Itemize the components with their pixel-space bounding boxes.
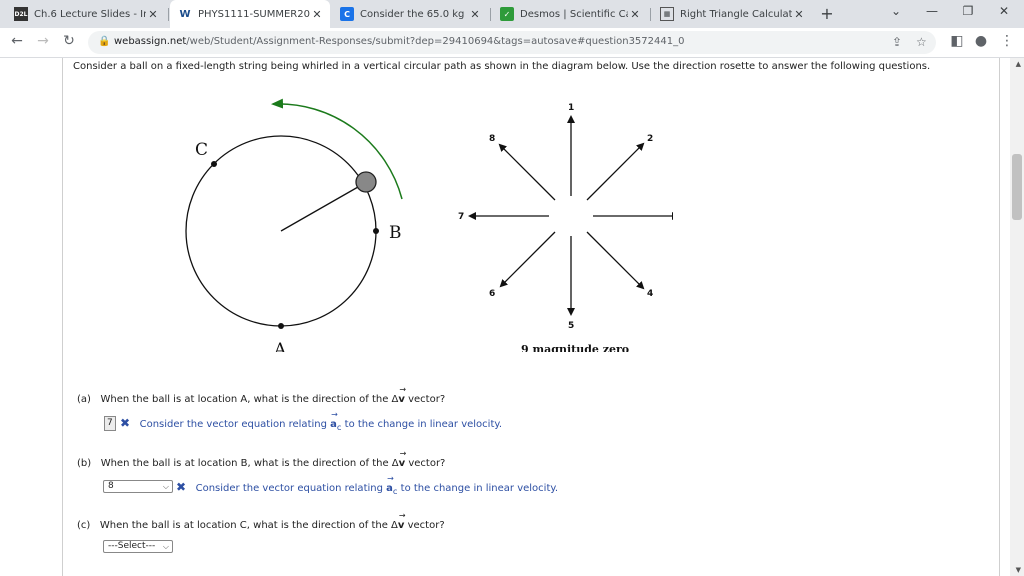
reload-button[interactable]: ↻: [60, 33, 78, 49]
rosette-label-4: 4: [647, 289, 653, 299]
tab-title: Right Triangle Calculator: [680, 8, 792, 20]
tab-right-triangle[interactable]: ▦ Right Triangle Calculator ✕: [652, 0, 812, 28]
minimize-button[interactable]: —: [922, 4, 942, 18]
webassign-icon: W: [179, 8, 191, 20]
incorrect-x-icon: ✖: [176, 480, 187, 494]
menu-kebab-icon[interactable]: ⋮: [998, 33, 1016, 49]
incorrect-x-icon: ✖: [120, 416, 131, 430]
label-c: C: [195, 140, 208, 160]
star-icon[interactable]: ☆: [916, 35, 927, 49]
question-content: Consider a ball on a fixed-length string…: [62, 58, 1000, 576]
forward-button[interactable]: →: [34, 33, 52, 49]
calculator-icon: ▦: [660, 7, 674, 21]
magnitude-zero-label: 9 magnitude zero: [521, 343, 629, 352]
slides-icon: D2L: [14, 7, 28, 21]
rosette-label-7: 7: [458, 212, 464, 222]
direction-rosette: [468, 115, 673, 316]
rosette-arrow-8: [498, 143, 556, 201]
new-tab-button[interactable]: +: [818, 5, 836, 23]
close-window-button[interactable]: ✕: [994, 4, 1014, 18]
close-icon[interactable]: ✕: [792, 8, 806, 21]
label-b: B: [389, 223, 402, 243]
close-icon[interactable]: ✕: [310, 8, 324, 21]
desmos-icon: ✓: [500, 7, 514, 21]
close-icon[interactable]: ✕: [146, 8, 160, 21]
question-b: (b) When the ball is at location B, what…: [77, 449, 446, 469]
point-a: [278, 323, 284, 329]
share-icon[interactable]: ⇪: [892, 35, 902, 49]
restore-button[interactable]: ❐: [958, 4, 978, 18]
point-b: [373, 228, 379, 234]
tab-chegg[interactable]: C Consider the 65.0 kg ice s ✕: [332, 0, 488, 28]
back-button[interactable]: ←: [8, 33, 26, 49]
answer-c-select[interactable]: ---Select--- ⌵: [103, 540, 173, 553]
tab-title: Desmos | Scientific Calcul: [520, 8, 628, 20]
url-text[interactable]: webassign.net/web/Student/Assignment-Res…: [114, 36, 684, 47]
tab-title: PHYS1111-SUMMER2022: [198, 8, 310, 20]
question-a: (a) When the ball is at location A, what…: [77, 385, 446, 405]
tab-strip: D2L Ch.6 Lecture Slides - Intro ✕ W PHYS…: [0, 0, 1024, 28]
chegg-icon: C: [340, 7, 354, 21]
chevron-down-icon: ⌵: [162, 482, 169, 491]
question-intro: Consider a ball on a fixed-length string…: [73, 61, 931, 72]
ball: [355, 171, 377, 193]
lock-icon[interactable]: 🔒: [98, 36, 110, 47]
rosette-label-2: 2: [647, 134, 653, 144]
scroll-up-icon[interactable]: ▲: [1016, 60, 1021, 68]
side-panel-icon[interactable]: ◧: [948, 33, 966, 49]
rosette-arrow-4: [586, 231, 645, 290]
tab-lecture-slides[interactable]: D2L Ch.6 Lecture Slides - Intro ✕: [6, 0, 166, 28]
label-a: A: [273, 340, 287, 352]
page-scrollbar[interactable]: ▲ ▼: [1010, 58, 1024, 576]
string-line: [280, 182, 366, 232]
point-c: [211, 161, 217, 167]
rosette-label-6: 6: [489, 289, 495, 299]
answer-a-value[interactable]: 7: [104, 416, 116, 431]
answer-b-select[interactable]: 8 ⌵: [103, 480, 173, 493]
question-c: (c) When the ball is at location C, what…: [77, 511, 445, 531]
tab-title: Consider the 65.0 kg ice s: [360, 8, 468, 20]
rosette-label-1: 1: [568, 103, 574, 113]
chevron-down-icon: ⌵: [162, 542, 169, 551]
feedback-a: ✖ Consider the vector equation relating …: [120, 410, 503, 432]
rosette-label-8: 8: [489, 134, 495, 144]
rosette-arrow-2: [586, 142, 645, 201]
scroll-down-icon[interactable]: ▼: [1016, 566, 1021, 574]
motion-direction-arrow: [271, 98, 403, 200]
address-bar[interactable]: 🔒 webassign.net/web/Student/Assignment-R…: [88, 31, 936, 54]
profile-avatar-icon[interactable]: ●: [972, 33, 990, 49]
tab-desmos[interactable]: ✓ Desmos | Scientific Calcul ✕: [492, 0, 648, 28]
close-icon[interactable]: ✕: [628, 8, 642, 21]
tab-search-chevron-icon[interactable]: ⌄: [886, 4, 906, 18]
circular-motion-diagram: A B C 1 2 3 4 5 6 7 8: [185, 98, 673, 352]
page-viewport: Consider a ball on a fixed-length string…: [0, 58, 1024, 576]
rosette-label-5: 5: [568, 321, 574, 331]
feedback-b: ✖ Consider the vector equation relating …: [176, 474, 559, 496]
rosette-arrow-6: [499, 231, 556, 288]
toolbar: ← → ↻ 🔒 webassign.net/web/Student/Assign…: [0, 28, 1024, 58]
close-icon[interactable]: ✕: [468, 8, 482, 21]
scrollbar-thumb[interactable]: [1012, 154, 1022, 220]
tab-title: Ch.6 Lecture Slides - Intro: [34, 8, 146, 20]
tab-webassign[interactable]: W PHYS1111-SUMMER2022 ✕: [170, 0, 330, 28]
